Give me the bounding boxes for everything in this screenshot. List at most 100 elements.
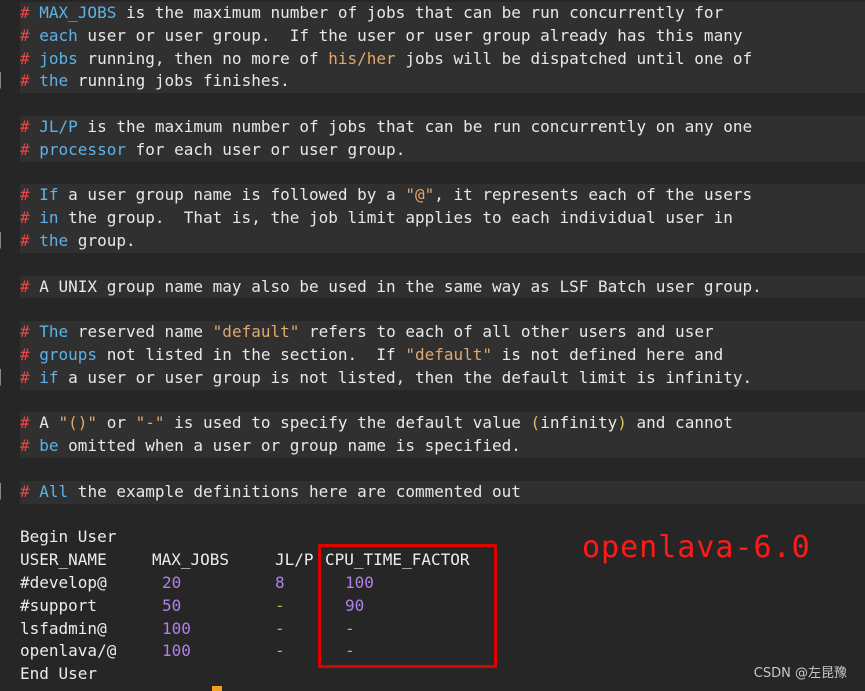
comment-token: reserved name: [68, 322, 213, 342]
comment-token: "()": [58, 413, 98, 433]
highlight-box: [318, 544, 497, 668]
comment-token: processor: [39, 139, 126, 159]
comment-token: #: [20, 117, 40, 136]
table-cell: openlava/@: [20, 641, 117, 661]
comment-line: # processor for each user or user group.: [20, 138, 865, 162]
comment-token: If: [39, 185, 59, 205]
version-annotation: openlava-6.0: [582, 530, 811, 565]
comment-token: a user or user group is not listed, then…: [58, 367, 753, 387]
comment-token: is used to specify the default value: [164, 413, 531, 433]
line-gutter: ▏ ▏ ▏ ▏: [0, 0, 18, 691]
comment-line: # JL/P is the maximum number of jobs tha…: [20, 116, 865, 139]
watermark: CSDN @左昆豫: [753, 666, 847, 681]
comment-token: #: [20, 276, 40, 296]
comment-token: a user group name is followed by a: [58, 185, 406, 205]
comment-line: # If a user group name is followed by a …: [20, 184, 865, 208]
comment-line: # in the group. That is, the job limit a…: [20, 207, 865, 230]
comment-token: #: [20, 48, 40, 68]
comment-line: # the running jobs finishes.: [20, 70, 865, 94]
comment-token: user or user group. If the user or user …: [77, 25, 743, 45]
comment-token: #: [20, 345, 40, 364]
table-cell: 100: [162, 618, 191, 638]
table-cell: 8: [275, 573, 285, 592]
comment-token: "@": [405, 185, 435, 205]
comment-line: # groups not listed in the section. If "…: [20, 344, 865, 367]
comment-line: # the group.: [20, 230, 865, 253]
comment-token: #: [20, 367, 40, 387]
comment-token: if: [39, 367, 59, 387]
comment-token: jobs: [39, 48, 78, 68]
comment-token: #: [20, 3, 40, 22]
table-cell: 50: [162, 595, 182, 615]
table-cell: #develop@: [20, 573, 107, 592]
table-cell: 100: [162, 641, 191, 661]
comment-token: the: [39, 71, 69, 91]
comment-token: JL/P: [39, 117, 78, 136]
column-header: JL/P: [275, 550, 314, 570]
comment-token: refers to each of all other users and us…: [299, 322, 714, 342]
text-cursor: [212, 686, 222, 691]
comment-token: groups: [39, 345, 98, 364]
table-cell: -: [275, 618, 285, 638]
comment-token: #: [20, 231, 40, 250]
comment-token: All: [39, 481, 69, 501]
comment-token: each: [39, 25, 78, 45]
comment-token: omitted when a user or group name is spe…: [58, 436, 521, 456]
comment-token: #: [20, 481, 40, 501]
table-cell: 20: [162, 573, 182, 592]
gutter-mark: ▏: [0, 483, 9, 500]
comment-token: #: [20, 71, 40, 91]
comment-token: A: [39, 413, 59, 433]
comment-token: ): [617, 413, 627, 433]
comment-token: #: [20, 208, 40, 228]
comment-token: A UNIX group name may also be used in th…: [39, 276, 762, 296]
table-cell: -: [275, 595, 285, 615]
comment-token: MAX_JOBS: [39, 3, 117, 22]
comment-token: #: [20, 25, 40, 45]
comment-line: # MAX_JOBS is the maximum number of jobs…: [20, 2, 865, 25]
comment-token: , it represents each of the users: [434, 185, 753, 205]
column-header: MAX_JOBS: [152, 550, 230, 570]
comment-token: #: [20, 413, 40, 433]
comment-line: # A UNIX group name may also be used in …: [20, 275, 865, 299]
gutter-mark: ▏: [0, 233, 9, 249]
gutter-mark: ▏: [0, 73, 9, 90]
comment-token: jobs will be dispatched until one of: [395, 48, 753, 68]
comment-token: in: [39, 208, 59, 228]
text-editor[interactable]: ▏ ▏ ▏ ▏ # MAX_JOBS is the maximum number of…: [0, 0, 865, 691]
comment-token: "default": [212, 322, 300, 342]
comment-token: "-": [135, 413, 165, 433]
comment-line: # A "()" or "-" is used to specify the d…: [20, 412, 865, 436]
gutter-mark: ▏: [0, 369, 9, 386]
comment-token: is the maximum number of jobs that can b…: [77, 117, 753, 136]
comment-token: is the maximum number of jobs that can b…: [116, 3, 724, 22]
comment-token: running jobs finishes.: [68, 71, 290, 91]
comment-token: "default": [405, 345, 493, 364]
comment-line: # if a user or user group is not listed,…: [20, 366, 865, 390]
comment-token: the: [39, 231, 69, 250]
table-cell: -: [275, 641, 285, 661]
comment-token: for each user or user group.: [125, 139, 406, 159]
comment-token: #: [20, 322, 40, 342]
comment-token: infinity: [540, 413, 618, 433]
comment-token: (: [530, 413, 541, 433]
comment-token: running, then no more of: [77, 48, 329, 68]
comment-line: # jobs running, then no more of his/her …: [20, 47, 865, 71]
comment-token: the example definitions here are comment…: [68, 481, 521, 501]
comment-token: be: [39, 436, 59, 456]
comment-token: The: [39, 322, 69, 342]
comment-token: and cannot: [626, 413, 733, 433]
comment-token: #: [20, 185, 40, 205]
comment-token: is not defined here and: [492, 345, 724, 364]
comment-line: # All the example definitions here are c…: [20, 480, 865, 504]
table-cell: lsfadmin@: [20, 618, 107, 638]
comment-token: not listed in the section. If: [97, 345, 406, 364]
comment-line: # The reserved name "default" refers to …: [20, 321, 865, 344]
comment-token: #: [20, 139, 40, 159]
